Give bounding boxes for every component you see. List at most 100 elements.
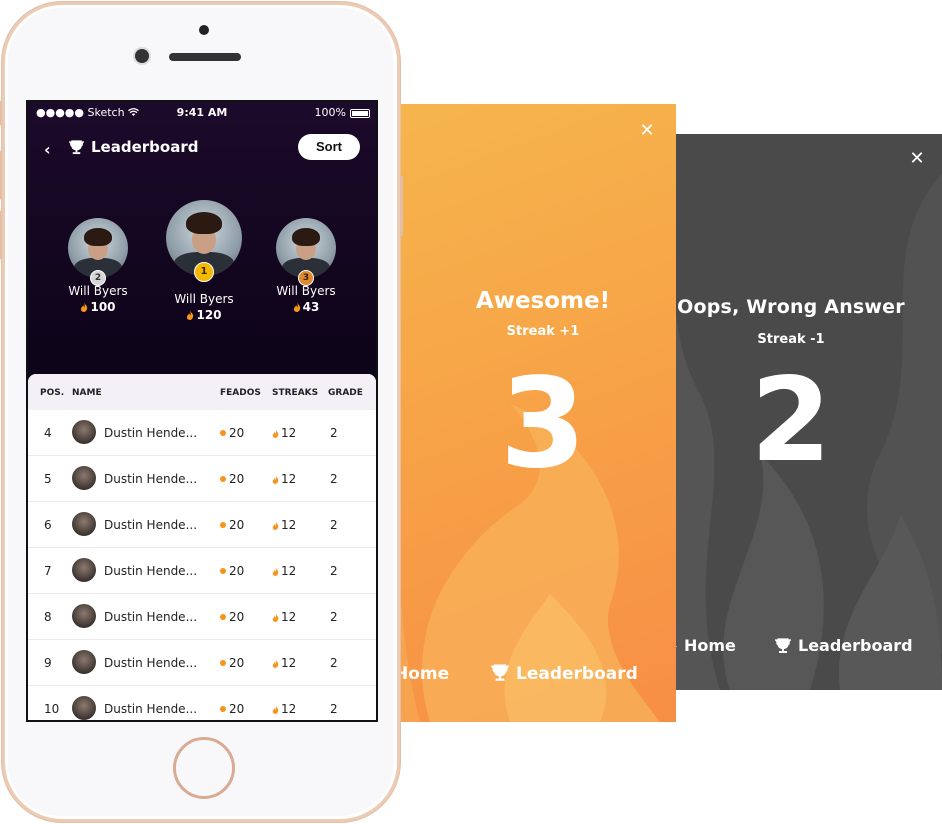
leaderboard-button[interactable]: Leaderboard	[774, 636, 913, 655]
table-row[interactable]: 6 Dustin Hende... 20 12 2	[28, 502, 376, 548]
row-pos: 10	[44, 702, 60, 716]
podium-score: 100	[66, 300, 130, 314]
home-hardware-button[interactable]	[173, 737, 235, 799]
avatar	[72, 604, 96, 628]
flame-icon	[272, 475, 279, 484]
row-grade: 2	[330, 656, 338, 670]
flame-icon	[81, 302, 88, 312]
result-title: Oops, Wrong Answer	[677, 296, 905, 318]
row-feados: 20	[220, 610, 244, 624]
row-feados-value: 20	[229, 518, 245, 532]
row-pos: 7	[44, 564, 52, 578]
rank-badge: 2	[90, 270, 106, 286]
flame-icon	[272, 705, 279, 714]
close-icon[interactable]: ✕	[638, 122, 656, 140]
avatar	[72, 696, 96, 720]
leaderboard-label: Leaderboard	[798, 636, 913, 655]
wrong-answer-card: ✕ Oops, Wrong Answer Streak -1 2 Home Le…	[640, 134, 942, 690]
row-pos: 8	[44, 610, 52, 624]
trophy-icon	[775, 638, 791, 653]
row-feados: 20	[220, 702, 244, 716]
podium-score-value: 120	[196, 308, 222, 322]
feados-dot-icon	[220, 614, 226, 620]
row-feados-value: 20	[229, 426, 245, 440]
row-grade: 2	[330, 518, 338, 532]
table-row[interactable]: 5 Dustin Hende... 20 12 2	[28, 456, 376, 502]
flame-icon	[187, 310, 194, 320]
row-grade: 2	[330, 426, 338, 440]
podium-second[interactable]: 2 Will Byers 100	[66, 218, 130, 314]
row-feados: 20	[220, 518, 244, 532]
leaderboard-table: POS. NAME FEADOS STREAKS GRADE 4 Dustin H…	[28, 374, 376, 720]
home-label: Home	[684, 636, 736, 655]
col-feados: FEADOS	[220, 388, 261, 398]
row-streaks-value: 12	[281, 426, 297, 440]
podium-name: Will Byers	[174, 292, 234, 306]
row-feados: 20	[220, 472, 244, 486]
row-feados-value: 20	[229, 656, 245, 670]
col-streaks: STREAKS	[272, 388, 319, 398]
table-row[interactable]: 10 Dustin Hende... 20 12 2	[28, 686, 376, 720]
table-row[interactable]: 8 Dustin Hende... 20 12 2	[28, 594, 376, 640]
feados-dot-icon	[220, 568, 226, 574]
back-icon[interactable]: ‹	[44, 140, 51, 159]
status-bar: ●●●●● Sketch 9:41 AM 100%	[28, 104, 376, 122]
row-streaks: 12	[272, 656, 296, 670]
close-icon[interactable]: ✕	[908, 150, 926, 168]
result-title: Awesome!	[475, 288, 611, 314]
row-feados-value: 20	[229, 472, 245, 486]
leaderboard-screen: ●●●●● Sketch 9:41 AM 100% ‹ Leaderboard …	[26, 100, 378, 722]
row-name: Dustin Hende...	[104, 472, 198, 486]
table-row[interactable]: 7 Dustin Hende... 20 12 2	[28, 548, 376, 594]
row-feados: 20	[220, 656, 244, 670]
row-feados: 20	[220, 564, 244, 578]
avatar	[72, 650, 96, 674]
row-grade: 2	[330, 472, 338, 486]
flame-icon	[272, 567, 279, 576]
podium-score: 120	[164, 308, 244, 322]
podium-name: Will Byers	[68, 284, 128, 298]
row-name: Dustin Hende...	[104, 702, 198, 716]
table-row[interactable]: 4 Dustin Hende... 20 12 2	[28, 410, 376, 456]
sort-button[interactable]: Sort	[298, 134, 360, 160]
podium-third[interactable]: 3 Will Byers 43	[274, 218, 338, 314]
row-name: Dustin Hende...	[104, 610, 198, 624]
streak-count: 2	[750, 353, 832, 488]
trophy-icon	[69, 140, 84, 155]
podium-name: Will Byers	[276, 284, 336, 298]
nav-header: ‹ Leaderboard Sort	[28, 134, 376, 164]
row-streaks-value: 12	[281, 702, 297, 716]
row-streaks: 12	[272, 564, 296, 578]
streak-label: Streak -1	[757, 332, 825, 347]
avatar	[276, 218, 336, 278]
leaderboard-label: Leaderboard	[516, 664, 638, 684]
row-streaks: 12	[272, 426, 296, 440]
table-header: POS. NAME FEADOS STREAKS GRADE	[28, 374, 376, 410]
row-grade: 2	[330, 702, 338, 716]
rank-badge: 1	[194, 262, 214, 282]
row-name: Dustin Hende...	[104, 656, 198, 670]
leaderboard-button[interactable]: Leaderboard	[490, 664, 638, 684]
speaker-grille	[169, 53, 241, 61]
avatar	[72, 512, 96, 536]
camera-icon	[199, 25, 209, 35]
home-button[interactable]: Home	[394, 664, 449, 684]
row-name: Dustin Hende...	[104, 426, 198, 440]
podium-score: 43	[274, 300, 338, 314]
row-streaks-value: 12	[281, 472, 297, 486]
flame-icon	[272, 429, 279, 438]
row-name: Dustin Hende...	[104, 564, 198, 578]
flame-icon	[272, 613, 279, 622]
rank-badge: 3	[298, 270, 314, 286]
avatar	[72, 420, 96, 444]
feados-dot-icon	[220, 430, 226, 436]
avatar	[68, 218, 128, 278]
streak-label: Streak +1	[506, 324, 580, 339]
row-feados-value: 20	[229, 702, 245, 716]
row-streaks-value: 12	[281, 564, 297, 578]
row-streaks: 12	[272, 702, 296, 716]
podium-first[interactable]: 1 Will Byers 120	[164, 200, 244, 322]
page-title: Leaderboard	[68, 138, 198, 156]
table-row[interactable]: 9 Dustin Hende... 20 12 2	[28, 640, 376, 686]
streak-count: 3	[499, 352, 587, 496]
